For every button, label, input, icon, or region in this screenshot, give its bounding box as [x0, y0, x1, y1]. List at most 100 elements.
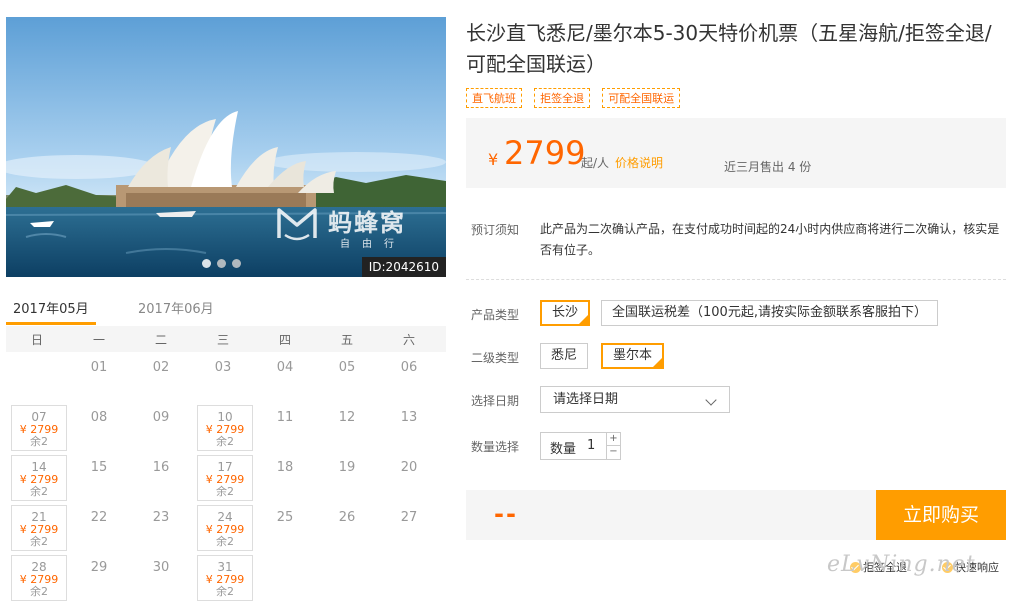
total-price: -- — [494, 500, 518, 528]
calendar-day-box[interactable]: 17 ¥ 2799 余2 — [197, 455, 253, 501]
type-option-changsha[interactable]: 长沙 — [540, 300, 591, 326]
subtype-option-sydney[interactable]: 悉尼 — [540, 343, 589, 369]
tag-connecting: 可配全国联运 — [602, 88, 681, 108]
weekday-label: 日 — [30, 333, 43, 347]
tab-month-june[interactable]: 2017年06月 — [138, 298, 214, 317]
calendar-day-box[interactable]: 31 ¥ 2799 余2 — [197, 555, 253, 601]
type-option-national[interactable]: 全国联运税差（100元起,请按实际金额联系客服拍下） — [601, 300, 938, 326]
product-type-label: 产品类型 — [471, 308, 520, 322]
calendar-day-number: 05 — [338, 360, 356, 375]
calendar-day-number: 09 — [152, 410, 170, 425]
calendar-day[interactable]: 31 ¥ 2799 余2 — [192, 552, 254, 602]
calendar-day: 19 — [316, 452, 378, 502]
weekday-label: 二 — [154, 333, 167, 347]
calendar-day-number: 06 — [400, 360, 418, 375]
calendar-day: 08 — [68, 402, 130, 452]
calendar-day: 01 — [68, 352, 130, 402]
carousel-dot[interactable] — [202, 259, 211, 268]
calendar-day: 15 — [68, 452, 130, 502]
weekday-label: 四 — [278, 333, 291, 347]
calendar-day-number: 18 — [276, 460, 294, 475]
notice-text: 此产品为二次确认产品，在支付成功时间起的24小时内供应商将进行二次确认，核实是否… — [540, 222, 1000, 257]
calendar-day-number: 29 — [90, 560, 108, 575]
carousel-dots[interactable] — [202, 253, 247, 272]
quantity-plus-button[interactable]: + — [607, 433, 620, 446]
calendar-day: 09 — [130, 402, 192, 452]
calendar-day-box[interactable]: 28 ¥ 2799 余2 — [11, 555, 67, 601]
calendar-day-number: 25 — [276, 510, 294, 525]
calendar-day[interactable]: 28 ¥ 2799 余2 — [6, 552, 68, 602]
calendar-grid: 01 02 03 04 05 06 07 ¥ 2799 余2 08 09 10 ¥ 2799 余2 11 12… — [6, 352, 446, 604]
quantity-inner-label: 数量 — [550, 442, 577, 457]
buy-bar: -- 立即购买 — [466, 490, 1006, 540]
calendar-day-box[interactable]: 10 ¥ 2799 余2 — [197, 405, 253, 451]
calendar-day: 27 — [378, 502, 440, 552]
quantity-minus-button[interactable]: − — [607, 446, 620, 459]
price-explain-link[interactable]: 价格说明 — [615, 154, 663, 171]
price-value: 2799 — [504, 134, 586, 172]
calendar-day-number: 20 — [400, 460, 418, 475]
calendar-day-number: 12 — [338, 410, 356, 425]
feature-tags: 直飞航班 拒签全退 可配全国联运 — [466, 87, 687, 108]
calendar-day: 16 — [130, 452, 192, 502]
calendar-day-remaining: 余2 — [30, 485, 48, 498]
calendar-day-remaining: 余2 — [216, 535, 234, 548]
calendar-day-box[interactable]: 24 ¥ 2799 余2 — [197, 505, 253, 551]
currency-symbol: ¥ — [488, 150, 499, 169]
date-label: 选择日期 — [471, 394, 520, 408]
calendar-day: 30 — [130, 552, 192, 602]
calendar-day-remaining: 余2 — [216, 485, 234, 498]
brand-logo-icon — [277, 208, 317, 241]
calendar-day-number: 15 — [90, 460, 108, 475]
calendar-day: 06 — [378, 352, 440, 402]
quantity-stepper: 数量 1 + − — [540, 432, 621, 460]
divider — [466, 279, 1006, 280]
calendar-day[interactable]: 21 ¥ 2799 余2 — [6, 502, 68, 552]
quantity-label: 数量选择 — [471, 440, 520, 454]
calendar-day-box[interactable]: 21 ¥ 2799 余2 — [11, 505, 67, 551]
calendar-day: 20 — [378, 452, 440, 502]
calendar-day[interactable]: 07 ¥ 2799 余2 — [6, 402, 68, 452]
calendar-day-number: 08 — [90, 410, 108, 425]
tag-visa-refund: 拒签全退 — [534, 88, 591, 108]
subtype-label: 二级类型 — [471, 351, 520, 365]
calendar-day-remaining: 余2 — [30, 535, 48, 548]
site-watermark: eLvNing.net — [827, 552, 976, 577]
product-photo[interactable]: 蚂蜂窝 自由行 ID:2042610 — [6, 17, 446, 277]
calendar-day-number: 26 — [338, 510, 356, 525]
calendar-day-number: 04 — [276, 360, 294, 375]
calendar-day: 22 — [68, 502, 130, 552]
tab-month-may[interactable]: 2017年05月 — [13, 298, 89, 317]
calendar-day-box[interactable]: 07 ¥ 2799 余2 — [11, 405, 67, 451]
date-select[interactable]: 请选择日期 — [540, 386, 730, 413]
calendar-day-box[interactable]: 14 ¥ 2799 余2 — [11, 455, 67, 501]
buy-now-button[interactable]: 立即购买 — [876, 490, 1006, 540]
calendar-day-number: 16 — [152, 460, 170, 475]
calendar-day: 25 — [254, 502, 316, 552]
calendar-day: 23 — [130, 502, 192, 552]
calendar-day[interactable]: 24 ¥ 2799 余2 — [192, 502, 254, 552]
month-tabs: 2017年05月 2017年06月 — [6, 292, 446, 327]
weekday-label: 一 — [92, 333, 105, 347]
carousel-dot[interactable] — [232, 259, 241, 268]
calendar-day-number: 27 — [400, 510, 418, 525]
calendar-day: 03 — [192, 352, 254, 402]
calendar-day: 04 — [254, 352, 316, 402]
active-month-indicator — [6, 322, 96, 325]
calendar-day: 02 — [130, 352, 192, 402]
carousel-dot[interactable] — [217, 259, 226, 268]
calendar-day-remaining: 余2 — [30, 585, 48, 598]
calendar-day-number: 11 — [276, 410, 294, 425]
quantity-value[interactable]: 1 — [587, 438, 595, 453]
calendar-day[interactable]: 17 ¥ 2799 余2 — [192, 452, 254, 502]
calendar-day: 11 — [254, 402, 316, 452]
weekday-header: 日一二三四五六 — [6, 326, 446, 352]
calendar-day-number: 23 — [152, 510, 170, 525]
calendar-day: 26 — [316, 502, 378, 552]
calendar-day[interactable]: 14 ¥ 2799 余2 — [6, 452, 68, 502]
calendar-day-number: 19 — [338, 460, 356, 475]
price-panel: ¥ 2799 起/人 价格说明 近三月售出 4 份 — [466, 118, 1006, 188]
calendar-day[interactable]: 10 ¥ 2799 余2 — [192, 402, 254, 452]
subtype-option-melbourne[interactable]: 墨尔本 — [601, 343, 665, 369]
calendar-day-number: 03 — [214, 360, 232, 375]
